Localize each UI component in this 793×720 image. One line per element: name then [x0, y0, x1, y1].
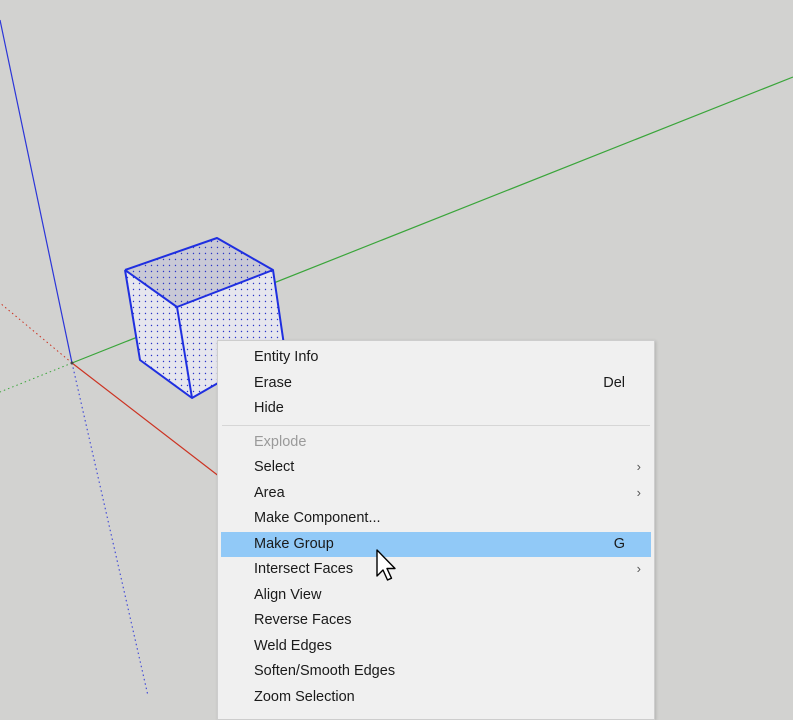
menu-item-label: Entity Info: [254, 349, 319, 365]
menu-item-label: Align View: [254, 586, 322, 603]
menu-item-label: Weld Edges: [254, 637, 332, 654]
menu-item-label: Hide: [254, 400, 284, 416]
menu-item-label: Select: [254, 459, 295, 475]
menu-item-entity-info[interactable]: Entity Info: [221, 345, 651, 371]
chevron-right-icon: ›: [636, 484, 641, 500]
menu-item-align-view[interactable]: Align View: [221, 583, 651, 609]
menu-item-label: Soften/Smooth Edges: [254, 663, 396, 679]
menu-item-label: Explode: [254, 433, 307, 450]
menu-item-label: Area: [254, 484, 285, 501]
menu-item-shortcut: Del: [603, 374, 625, 391]
menu-item-reverse-faces[interactable]: Reverse Faces: [221, 608, 651, 634]
blue-axis: [0, 19, 73, 364]
modeling-viewport[interactable]: Entity Info Erase Del Hide Explode Select › Are…: [0, 0, 793, 720]
menu-item-intersect-faces[interactable]: Intersect Faces ›: [221, 557, 651, 583]
context-menu: Entity Info Erase Del Hide Explode Select › Are…: [217, 340, 655, 720]
menu-item-weld-edges[interactable]: Weld Edges: [221, 634, 651, 660]
arrow-pointer-icon: [376, 549, 396, 581]
green-axis-negative: [0, 362, 73, 393]
menu-item-hide[interactable]: Hide: [221, 396, 651, 422]
menu-item-label: Make Component...: [254, 510, 381, 526]
menu-item-label: Make Group: [254, 535, 334, 552]
menu-item-zoom-selection[interactable]: Zoom Selection: [221, 685, 651, 711]
menu-item-label: Erase: [254, 374, 292, 391]
menu-item-make-component[interactable]: Make Component...: [221, 506, 651, 532]
chevron-right-icon: ›: [636, 561, 641, 576]
menu-item-explode: Explode: [221, 430, 651, 456]
menu-item-erase[interactable]: Erase Del: [221, 371, 651, 397]
menu-item-label: Zoom Selection: [254, 688, 355, 705]
menu-item-soften-smooth-edges[interactable]: Soften/Smooth Edges: [221, 659, 651, 685]
menu-item-area[interactable]: Area ›: [221, 481, 651, 507]
menu-item-label: Reverse Faces: [254, 612, 352, 628]
chevron-right-icon: ›: [636, 459, 641, 474]
menu-item-shortcut: G: [613, 535, 625, 552]
axis-origin: [70, 361, 74, 365]
menu-item-make-group[interactable]: Make Group G: [221, 531, 651, 557]
menu-separator: [222, 424, 650, 426]
menu-item-label: Intersect Faces: [254, 561, 354, 577]
menu-item-select[interactable]: Select ›: [221, 455, 651, 481]
